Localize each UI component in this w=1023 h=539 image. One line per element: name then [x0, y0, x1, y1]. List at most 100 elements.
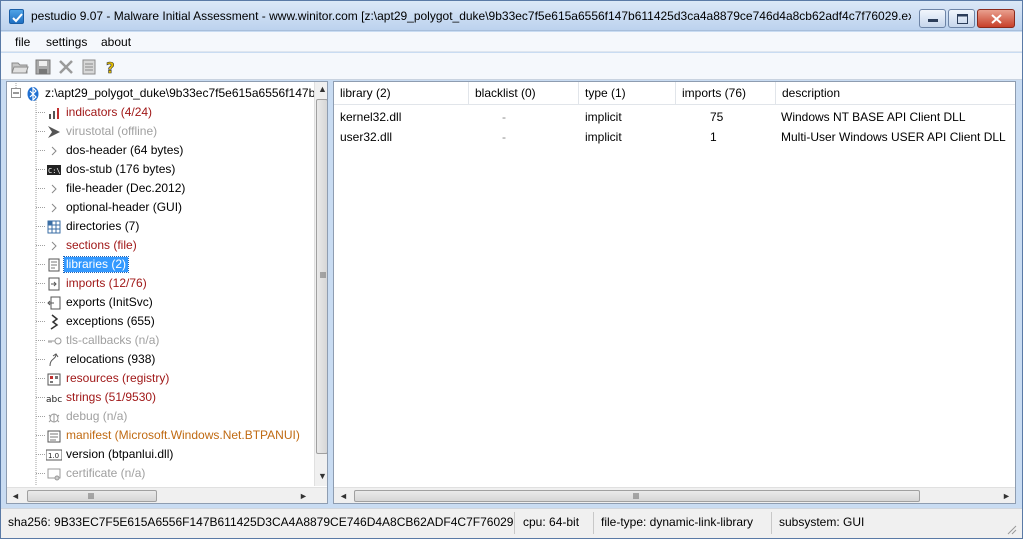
list-horizontal-scrollbar[interactable]: ◄ ► [334, 487, 1015, 503]
scroll-left-icon[interactable]: ◄ [11, 491, 20, 501]
save-icon[interactable] [34, 58, 52, 76]
tree-item[interactable]: dos-header (64 bytes) [7, 141, 313, 160]
tree-item[interactable]: abc strings (51/9530) [7, 388, 313, 407]
menu-about[interactable]: about [101, 35, 131, 49]
libraries-list-pane: library (2) blacklist (0) type (1) impor… [333, 81, 1016, 504]
column-header-type[interactable]: type (1) [579, 82, 676, 105]
version-icon: 1.0 [45, 447, 63, 463]
document-icon[interactable] [80, 58, 98, 76]
column-header-library[interactable]: library (2) [334, 82, 469, 105]
export-icon [46, 295, 62, 311]
tree-item[interactable]: sections (file) [7, 236, 313, 255]
tree-item-label: relocations (938) [66, 352, 156, 366]
status-cpu: cpu: 64-bit [523, 515, 580, 529]
table-cell: 1 [710, 130, 717, 144]
tree-item[interactable]: optional-header (GUI) [7, 198, 313, 217]
column-header-imports[interactable]: imports (76) [676, 82, 776, 105]
tree-item-label: dos-header (64 bytes) [66, 143, 184, 157]
status-separator [593, 512, 594, 534]
tree-item[interactable]: file-header (Dec.2012) [7, 179, 313, 198]
app-window: pestudio 9.07 - Malware Initial Assessme… [0, 0, 1023, 539]
tree-vscroll-thumb[interactable] [316, 99, 327, 454]
scroll-up-icon[interactable]: ▲ [318, 84, 327, 94]
tree-vertical-scrollbar[interactable]: ▲ ▼ [314, 82, 327, 486]
tree-item[interactable]: indicators (4/24) [7, 103, 313, 122]
tree-item[interactable]: tls-callbacks (n/a) [7, 331, 313, 350]
tree-item-label: directories (7) [66, 219, 140, 233]
tree-root-label: z:\apt29_polygot_duke\9b33ec7f5e615a6556… [45, 86, 316, 100]
svg-text:abc: abc [46, 395, 62, 405]
tree-item[interactable]: imports (12/76) [7, 274, 313, 293]
scroll-right-icon[interactable]: ► [299, 491, 308, 501]
certificate-icon [46, 466, 62, 482]
table-row[interactable]: user32.dll - implicit 1 Multi-User Windows U… [334, 127, 1015, 147]
console-icon: C:\ [46, 162, 62, 178]
bluetooth-file-icon [25, 86, 41, 102]
arrow-right-icon [46, 143, 62, 159]
menu-file[interactable]: file [15, 35, 30, 49]
tree-item-label: optional-header (GUI) [66, 200, 183, 214]
tree-item[interactable]: debug (n/a) [7, 407, 313, 426]
virustotal-icon [46, 124, 62, 140]
tree-item[interactable]: 1.0 version (btpanlui.dll) [7, 445, 313, 464]
collapse-icon[interactable] [11, 87, 21, 98]
scroll-right-icon[interactable]: ► [1002, 491, 1011, 501]
maximize-button[interactable] [948, 9, 975, 28]
table-cell: kernel32.dll [340, 110, 402, 124]
close-window-button[interactable] [977, 9, 1015, 28]
table-cell: Windows NT BASE API Client DLL [781, 110, 966, 124]
help-icon[interactable]: ? [103, 58, 121, 78]
close-icon [991, 14, 1002, 24]
table-row[interactable]: kernel32.dll - implicit 75 Windows NT BASE A… [334, 107, 1015, 127]
tree-item-label: sections (file) [66, 238, 137, 252]
column-header-description[interactable]: description [776, 82, 1015, 105]
status-separator [771, 512, 772, 534]
tree-item-label: exceptions (655) [66, 314, 155, 328]
resize-grip-icon[interactable] [1005, 523, 1017, 535]
resources-icon [46, 371, 62, 387]
table-cell: 75 [710, 110, 724, 124]
arrow-right-icon [46, 181, 62, 197]
menu-settings[interactable]: settings [46, 35, 87, 49]
column-header-blacklist[interactable]: blacklist (0) [469, 82, 579, 105]
status-subsystem: subsystem: GUI [779, 515, 865, 529]
minimize-button[interactable] [919, 9, 946, 28]
tree-item-label: virustotal (offline) [66, 124, 158, 138]
manifest-icon [46, 428, 62, 444]
open-folder-icon[interactable] [11, 58, 29, 76]
tree-item[interactable]: virustotal (offline) [7, 122, 313, 141]
tree-hscroll-thumb[interactable] [27, 490, 157, 502]
tree-item-label: resources (registry) [66, 371, 170, 385]
relocation-icon [46, 352, 62, 368]
status-bar: sha256: 9B33EC7F5E615A6556F147B611425D3C… [1, 508, 1022, 538]
table-cell: implicit [585, 110, 622, 124]
scroll-down-icon[interactable]: ▼ [318, 471, 327, 481]
tree-item[interactable]: manifest (Microsoft.Windows.Net.BTPANUI) [7, 426, 313, 445]
menu-bar: file settings about [1, 32, 1022, 52]
tree-item[interactable]: directories (7) [7, 217, 313, 236]
tree-item[interactable]: relocations (938) [7, 350, 313, 369]
table-cell: implicit [585, 130, 622, 144]
status-sha256: sha256: 9B33EC7F5E615A6556F147B611425D3C… [8, 515, 514, 529]
tree-item[interactable]: exports (InitSvc) [7, 293, 313, 312]
table-cell: Multi-User Windows USER API Client DLL [781, 130, 1006, 144]
tree-item[interactable]: resources (registry) [7, 369, 313, 388]
title-bar[interactable]: pestudio 9.07 - Malware Initial Assessme… [1, 1, 1022, 31]
status-file-type: file-type: dynamic-link-library [601, 515, 754, 529]
tree-item[interactable]: libraries (2) [7, 255, 313, 274]
list-hscroll-thumb[interactable] [354, 490, 920, 502]
tree-item[interactable]: exceptions (655) [7, 312, 313, 331]
tree-item[interactable]: C:\ dos-stub (176 bytes) [7, 160, 313, 179]
list-header: library (2) blacklist (0) type (1) impor… [334, 82, 1015, 105]
arrow-right-icon [46, 200, 62, 216]
import-icon [46, 276, 62, 292]
scroll-left-icon[interactable]: ◄ [339, 491, 348, 501]
pestudio-app-icon [9, 9, 24, 24]
tree-item-label: strings (51/9530) [66, 390, 157, 404]
close-file-icon[interactable] [57, 58, 75, 76]
debug-icon [46, 409, 62, 425]
tree-item[interactable]: certificate (n/a) [7, 464, 313, 483]
tree-horizontal-scrollbar[interactable]: ◄ ► [7, 487, 327, 503]
tree-root[interactable]: z:\apt29_polygot_duke\9b33ec7f5e615a6556… [7, 84, 315, 103]
exception-icon [46, 314, 62, 330]
